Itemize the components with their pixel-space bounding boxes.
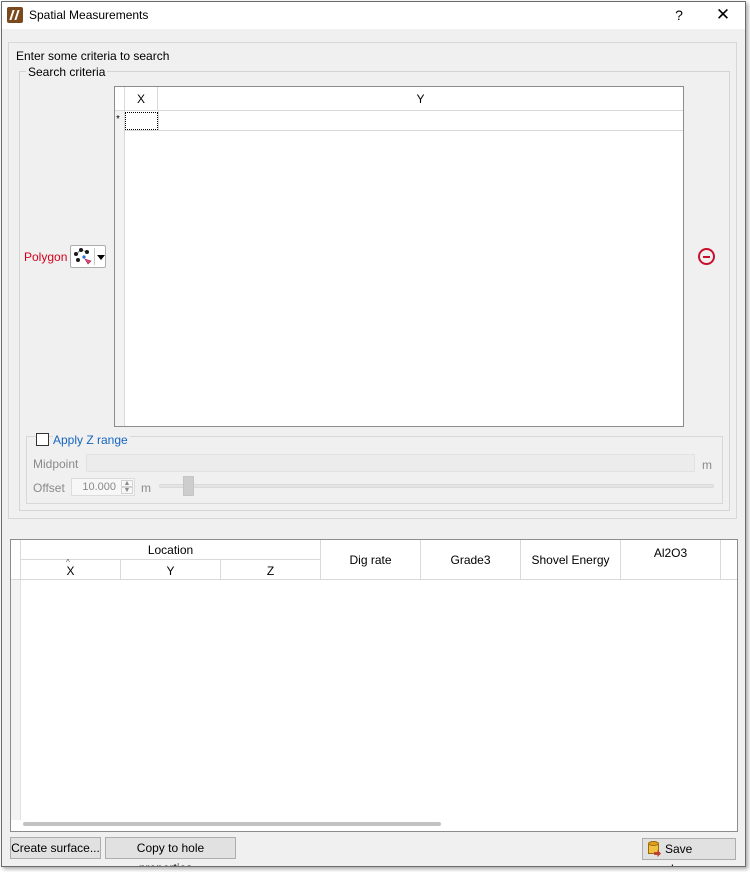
column-grade3[interactable]: Grade3: [421, 540, 521, 580]
midpoint-label: Midpoint: [33, 457, 79, 471]
polygon-label: Polygon: [24, 250, 68, 264]
polygon-points-grid[interactable]: X Y *: [114, 86, 684, 427]
spin-up-icon[interactable]: ▲: [121, 480, 133, 487]
offset-spinbox[interactable]: 10.000 ▲ ▼: [71, 478, 135, 496]
offset-value: 10.000: [82, 481, 116, 493]
criteria-prompt: Enter some criteria to search: [16, 49, 170, 63]
grid-row-header: [115, 111, 125, 426]
column-location-z[interactable]: Z: [221, 560, 321, 580]
grid-column-y[interactable]: Y: [158, 87, 683, 111]
offset-slider-track[interactable]: [159, 484, 714, 488]
copy-to-hole-properties-button[interactable]: Copy to hole properties...: [105, 837, 236, 866]
save-changes-button[interactable]: Save changes: [642, 838, 736, 866]
polygon-select-icon: [74, 248, 92, 265]
column-location-x[interactable]: X: [21, 560, 121, 580]
horizontal-scrollbar[interactable]: [23, 822, 441, 826]
column-dig-rate[interactable]: Dig rate: [321, 540, 421, 580]
grid-new-row[interactable]: [125, 111, 683, 131]
midpoint-input[interactable]: [86, 454, 695, 472]
polygon-picker-button[interactable]: [70, 245, 106, 268]
spatial-measurements-window: Spatial Measurements ? ✕ Enter some crit…: [1, 1, 746, 867]
grid-column-x[interactable]: X: [125, 87, 158, 111]
column-al2o3[interactable]: Al2O3: [621, 540, 721, 580]
column-shovel-energy[interactable]: Shovel Energy: [521, 540, 621, 580]
picker-divider: [94, 248, 95, 265]
save-changes-label: Save changes: [665, 842, 710, 866]
apply-z-range-checkbox[interactable]: [36, 433, 49, 446]
apply-z-range-label[interactable]: Apply Z range: [53, 433, 130, 447]
app-logo-icon: [7, 7, 23, 23]
results-row-header: [11, 580, 21, 820]
sort-ascending-icon: ^: [66, 558, 70, 567]
grid-corner: [115, 87, 125, 111]
remove-polygon-icon[interactable]: [698, 248, 715, 265]
spin-down-icon[interactable]: ▼: [121, 487, 133, 494]
results-table[interactable]: Location X ^ Y Z Dig rate Grade3 Shovel …: [10, 539, 738, 832]
offset-label: Offset: [33, 481, 65, 495]
search-criteria-label: Search criteria: [26, 65, 108, 79]
chevron-down-icon[interactable]: [97, 255, 105, 260]
title-bar: Spatial Measurements ? ✕: [2, 2, 745, 29]
close-button[interactable]: ✕: [709, 5, 737, 27]
new-row-marker: *: [116, 114, 120, 125]
help-button[interactable]: ?: [665, 5, 693, 27]
create-surface-button[interactable]: Create surface...: [10, 837, 101, 859]
offset-slider-handle[interactable]: [183, 476, 194, 496]
database-save-icon: [647, 841, 661, 857]
results-corner: [11, 540, 21, 580]
column-group-location: Location: [21, 540, 321, 560]
column-location-y[interactable]: Y: [121, 560, 221, 580]
midpoint-unit: m: [702, 458, 712, 472]
grid-cell-separator: [158, 111, 159, 131]
window-title: Spatial Measurements: [29, 8, 149, 22]
grid-cell-x-active[interactable]: [125, 112, 158, 130]
offset-unit: m: [141, 481, 151, 495]
column-overflow: [721, 540, 737, 580]
